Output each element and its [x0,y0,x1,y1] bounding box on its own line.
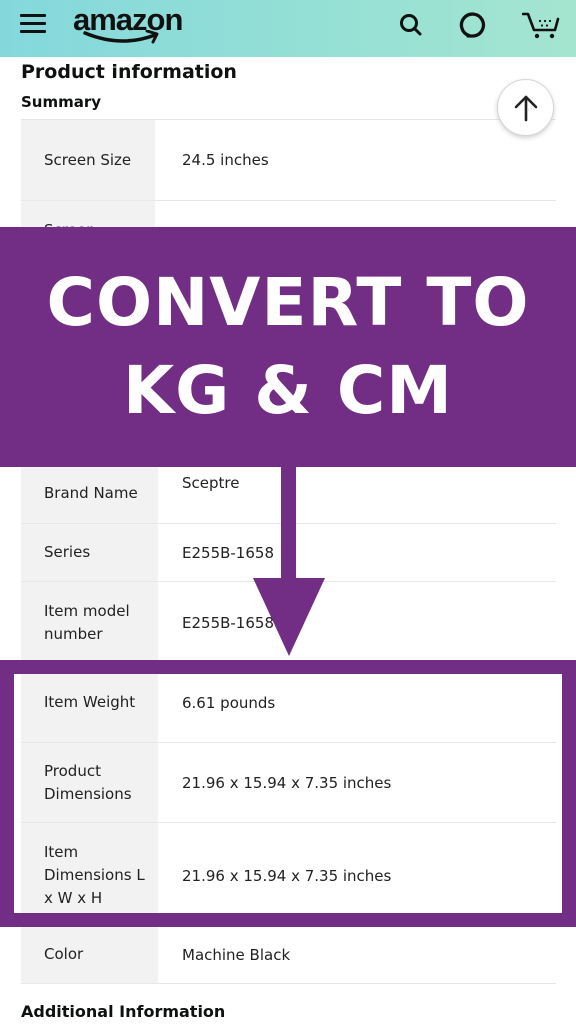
scroll-to-top-button[interactable] [497,79,554,136]
section-title: Product information [21,61,237,83]
subsection-title: Summary [21,93,102,111]
table-row: Screen Size 24.5 inches [21,119,556,200]
table-row: Item Dimensions L x W x H 21.96 x 15.94 … [21,822,556,928]
annotation-arrow-head-icon [253,578,325,656]
top-nav-bar: amazon [0,0,576,57]
amazon-logo[interactable]: amazon [73,2,193,46]
row-value: E255B-1658 [182,613,274,632]
row-label: Item Weight [21,663,158,742]
row-value: Machine Black [182,945,291,964]
row-label: Product Dimensions [21,743,158,822]
alexa-icon[interactable] [458,10,488,40]
additional-information-title: Additional Information [21,1002,226,1021]
row-label: Series [21,524,158,581]
cart-icon[interactable] [522,10,560,40]
convert-banner: CONVERT TO KG & CM [0,227,576,467]
row-value: 24.5 inches [182,151,269,169]
row-label: Screen Size [21,120,155,200]
banner-line-2: KG & CM [123,352,453,429]
row-label: Item Dimensions L x W x H [21,823,158,928]
row-label: Color [21,926,158,983]
row-value: 6.61 pounds [182,693,276,712]
logo-smile-icon [83,30,159,44]
hamburger-menu-icon[interactable] [20,12,46,34]
search-icon[interactable] [396,10,426,40]
row-value: E255B-1658 [182,543,274,562]
row-label: Item model number [21,582,158,663]
annotation-arrow-shaft [281,466,296,584]
banner-line-1: CONVERT TO [46,264,530,341]
table-row: Item Weight 6.61 pounds [21,663,556,742]
table-row: Product Dimensions 21.96 x 15.94 x 7.35 … [21,742,556,822]
row-value: 21.96 x 15.94 x 7.35 inches [182,773,392,792]
arrow-up-icon [514,95,537,121]
row-value: 21.96 x 15.94 x 7.35 inches [182,866,392,885]
table-row: Color Machine Black [21,926,556,984]
